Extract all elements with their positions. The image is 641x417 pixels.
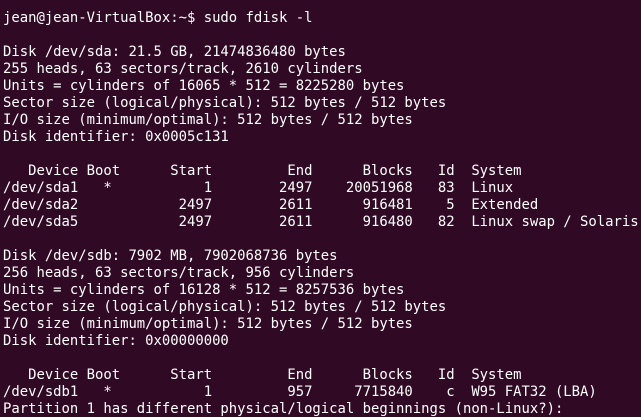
- partition-row-sda5: /dev/sda5 2497 2611 916480 82 Linux swap…: [3, 214, 639, 230]
- sdb-io-size: I/O size (minimum/optimal): 512 bytes / …: [3, 316, 413, 332]
- sda-sector-size: Sector size (logical/physical): 512 byte…: [3, 95, 447, 111]
- prompt-command-line: jean@jean-VirtualBox:~$ sudo fdisk -l: [3, 10, 313, 26]
- partition-row-sda2: /dev/sda2 2497 2611 916481 5 Extended: [3, 197, 539, 213]
- terminal-output[interactable]: jean@jean-VirtualBox:~$ sudo fdisk -l Di…: [0, 0, 641, 417]
- sdb-disk-summary: Disk /dev/sdb: 7902 MB, 7902068736 bytes: [3, 248, 338, 264]
- sdb-disk-identifier: Disk identifier: 0x00000000: [3, 333, 229, 349]
- partition-warning: Partition 1 has different physical/logic…: [3, 401, 564, 417]
- partition-row-sdb1: /dev/sdb1 * 1 957 7715840 c W95 FAT32 (L…: [3, 384, 597, 400]
- sda-units: Units = cylinders of 16065 * 512 = 82252…: [3, 78, 405, 94]
- partition-row-sda1: /dev/sda1 * 1 2497 20051968 83 Linux: [3, 180, 514, 196]
- sdb-partition-table-header: Device Boot Start End Blocks Id System: [3, 367, 522, 383]
- sda-partition-table-header: Device Boot Start End Blocks Id System: [3, 163, 522, 179]
- sda-disk-summary: Disk /dev/sda: 21.5 GB, 21474836480 byte…: [3, 44, 346, 60]
- sdb-geometry: 256 heads, 63 sectors/track, 956 cylinde…: [3, 265, 355, 281]
- sdb-units: Units = cylinders of 16128 * 512 = 82575…: [3, 282, 405, 298]
- sdb-sector-size: Sector size (logical/physical): 512 byte…: [3, 299, 447, 315]
- sda-io-size: I/O size (minimum/optimal): 512 bytes / …: [3, 112, 413, 128]
- sda-disk-identifier: Disk identifier: 0x0005c131: [3, 129, 229, 145]
- sda-geometry: 255 heads, 63 sectors/track, 2610 cylind…: [3, 61, 363, 77]
